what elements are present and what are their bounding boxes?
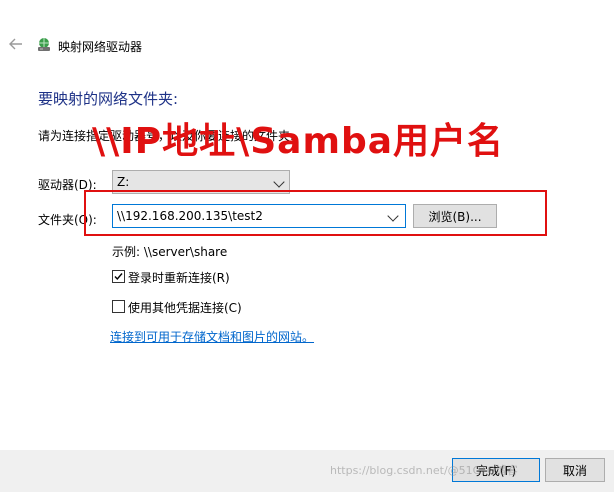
reconnect-checkbox[interactable] — [112, 270, 125, 283]
drive-select-value: Z: — [117, 175, 130, 189]
example-text: 示例: \\server\share — [112, 245, 228, 259]
annotation-text: \\IP地址\Samba用户名 — [92, 121, 505, 162]
title-bar: 映射网络驱动器 — [0, 0, 614, 90]
cancel-button[interactable]: 取消 — [545, 458, 605, 482]
storage-website-link[interactable]: 连接到可用于存储文档和图片的网站。 — [110, 328, 314, 345]
other-credentials-label[interactable]: 使用其他凭据连接(C) — [128, 299, 242, 316]
other-credentials-checkbox[interactable] — [112, 300, 125, 313]
reconnect-label[interactable]: 登录时重新连接(R) — [128, 269, 230, 286]
watermark: https://blog.csdn.net/@51CTO博客 — [330, 464, 518, 477]
chevron-down-icon — [273, 176, 285, 188]
window-title: 映射网络驱动器 — [58, 40, 143, 54]
network-drive-icon — [36, 37, 52, 53]
back-arrow-icon[interactable] — [8, 36, 24, 52]
page-heading: 要映射的网络文件夹: — [38, 90, 179, 108]
annotation-highlight-box — [84, 190, 547, 236]
